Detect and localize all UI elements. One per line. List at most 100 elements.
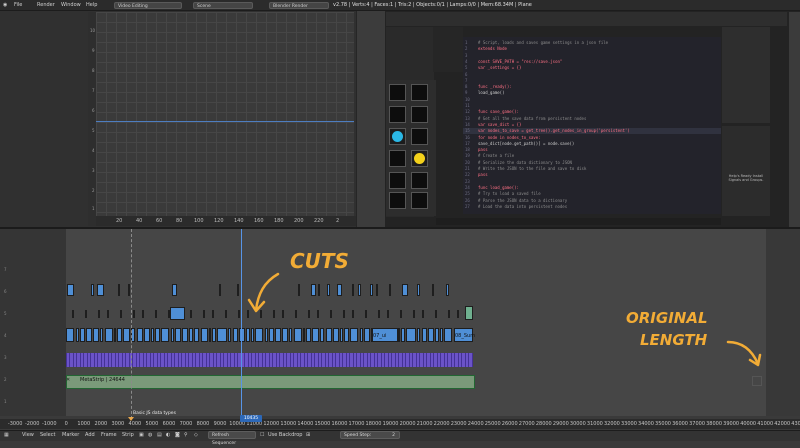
video-strip[interactable] — [428, 328, 434, 342]
graph-grid[interactable] — [96, 12, 354, 216]
video-strip[interactable] — [212, 328, 216, 342]
overlay-icon[interactable]: ◐ — [166, 432, 170, 438]
video-strip[interactable] — [303, 328, 305, 342]
scene-selector[interactable]: Scene — [193, 1, 253, 9]
video-strip[interactable] — [365, 310, 367, 318]
video-strip[interactable] — [97, 284, 104, 296]
video-strip[interactable] — [255, 328, 263, 342]
video-strip[interactable] — [295, 310, 297, 318]
marker-icon[interactable] — [128, 417, 134, 421]
video-strip[interactable] — [402, 284, 408, 296]
video-strip[interactable] — [133, 310, 135, 318]
video-strip[interactable] — [142, 310, 144, 318]
playhead[interactable] — [241, 229, 242, 419]
video-strip[interactable] — [175, 328, 181, 342]
sequencer-view-icon[interactable]: ▣ — [139, 432, 144, 438]
video-strip[interactable] — [212, 310, 214, 318]
video-strip[interactable] — [317, 310, 319, 318]
video-strip[interactable] — [327, 284, 330, 296]
asset-thumbnail[interactable] — [411, 84, 428, 101]
video-strip[interactable] — [118, 284, 120, 296]
asset-thumbnail[interactable] — [389, 172, 406, 189]
video-strip[interactable] — [194, 328, 199, 342]
video-strip[interactable] — [312, 328, 319, 342]
video-strip[interactable] — [320, 328, 324, 342]
video-strip[interactable] — [326, 328, 332, 342]
editor-bottom-panel[interactable] — [436, 218, 721, 225]
code-line[interactable]: var save_dict = {} — [478, 122, 521, 127]
video-strip[interactable] — [364, 328, 370, 342]
code-line[interactable]: func load_game(): — [478, 185, 519, 190]
video-strip[interactable] — [85, 310, 87, 318]
code-line[interactable]: func save_game(): — [478, 109, 519, 114]
editor-file-list[interactable] — [433, 27, 463, 72]
asset-thumbnail[interactable] — [411, 150, 428, 167]
menu-view[interactable]: View — [22, 432, 34, 438]
editor-inspector[interactable]: Help's Ready Install Signals and Groups. — [722, 126, 770, 216]
video-strip[interactable] — [444, 328, 452, 342]
code-line[interactable]: save_dict[node.get_path()] = node.save() — [478, 141, 574, 146]
menu-frame[interactable]: Frame — [101, 432, 117, 438]
asset-thumbnail[interactable] — [389, 192, 406, 209]
video-strip[interactable] — [228, 328, 231, 342]
video-strip[interactable] — [417, 284, 420, 296]
code-line[interactable]: extends Node — [478, 46, 507, 51]
video-strip[interactable] — [298, 284, 300, 296]
menu-marker[interactable]: Marker — [62, 432, 79, 438]
video-strip[interactable] — [201, 328, 208, 342]
video-strip[interactable] — [98, 310, 100, 318]
video-strip[interactable] — [72, 310, 74, 318]
video-strip[interactable] — [432, 284, 434, 296]
video-strip[interactable] — [219, 284, 221, 296]
video-strip[interactable] — [128, 284, 130, 296]
video-strip[interactable] — [171, 328, 174, 342]
video-strip[interactable] — [294, 328, 302, 342]
code-line[interactable]: var _settings = {} — [478, 65, 521, 70]
video-strip[interactable] — [251, 328, 254, 342]
code-line[interactable]: pass — [478, 172, 488, 177]
video-strip[interactable] — [401, 328, 405, 342]
video-strip[interactable] — [137, 328, 143, 342]
speed-step-field[interactable]: Speed Step: 2 — [340, 431, 400, 439]
video-strip[interactable] — [80, 328, 85, 342]
video-strip[interactable] — [400, 310, 402, 318]
video-strip[interactable] — [100, 328, 103, 342]
video-strip[interactable] — [306, 328, 311, 342]
video-strip[interactable] — [352, 310, 354, 318]
graph-frame-ruler[interactable]: 20 40 60 80 100 120 140 160 180 200 220 … — [96, 216, 356, 226]
video-strip[interactable] — [233, 328, 238, 342]
code-line[interactable]: # Try to load a saved file — [478, 191, 541, 196]
editor-node-tree[interactable] — [722, 27, 770, 123]
video-strip[interactable] — [282, 328, 288, 342]
video-strip[interactable] — [155, 310, 157, 318]
code-line[interactable]: for node in nodes_to_save: — [478, 135, 541, 140]
code-line[interactable]: const SAVE_PATH = "res://save.json" — [478, 59, 562, 64]
video-strip[interactable] — [413, 310, 415, 318]
video-strip[interactable] — [417, 328, 420, 342]
video-strip[interactable] — [457, 310, 459, 318]
video-strip[interactable] — [343, 310, 345, 318]
video-strip[interactable] — [360, 328, 363, 342]
video-strip[interactable] — [435, 328, 439, 342]
code-line[interactable]: # Parse the JSON data to a dictionary — [478, 198, 567, 203]
video-strip[interactable] — [340, 328, 343, 342]
video-strip[interactable] — [422, 328, 427, 342]
video-strip[interactable] — [86, 328, 92, 342]
video-strip[interactable] — [209, 328, 211, 342]
video-strip[interactable] — [308, 310, 310, 318]
video-strip[interactable] — [422, 310, 424, 318]
video-strip[interactable] — [67, 284, 74, 296]
asset-thumbnail[interactable] — [411, 192, 428, 209]
code-line[interactable]: # Write the JSON to the file and save to… — [478, 166, 586, 171]
video-strip[interactable] — [161, 328, 169, 342]
asset-thumbnail[interactable] — [411, 128, 428, 145]
video-strip[interactable] — [190, 310, 192, 318]
video-strip[interactable] — [269, 328, 274, 342]
video-strip[interactable] — [189, 328, 193, 342]
asset-thumbnail[interactable] — [389, 84, 406, 101]
video-strip[interactable] — [170, 307, 185, 320]
video-strip[interactable] — [370, 284, 373, 296]
waveform-icon[interactable]: ◇ — [194, 432, 198, 438]
video-strip[interactable] — [389, 284, 391, 296]
video-strip[interactable] — [344, 328, 349, 342]
